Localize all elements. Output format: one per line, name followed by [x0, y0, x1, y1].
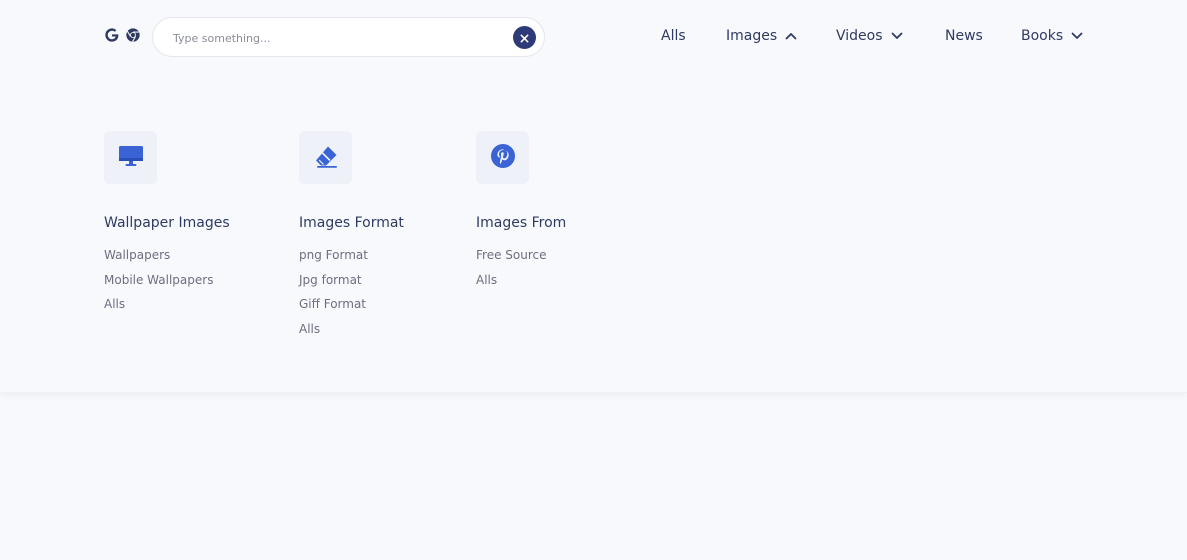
- nav-item-label: Alls: [661, 28, 686, 44]
- chevron-up-icon: [785, 28, 797, 44]
- nav-item-label: Books: [1021, 28, 1064, 44]
- menu-icon-box: [104, 131, 157, 184]
- menu-link[interactable]: Alls: [299, 317, 404, 342]
- nav-item-label: Videos: [836, 28, 883, 44]
- menu-column-title: Wallpaper Images: [104, 215, 230, 231]
- nav-item-videos[interactable]: Videos: [836, 28, 903, 44]
- pinterest-icon: [490, 143, 516, 173]
- menu-link-list: Free Source Alls: [476, 243, 566, 292]
- menu-link[interactable]: Alls: [104, 292, 230, 317]
- menu-link[interactable]: Wallpapers: [104, 243, 230, 268]
- menu-link[interactable]: Mobile Wallpapers: [104, 268, 230, 293]
- menu-link[interactable]: Alls: [476, 268, 566, 293]
- menu-link-list: png Format Jpg format Giff Format Alls: [299, 243, 404, 341]
- nav-item-images[interactable]: Images: [726, 28, 797, 44]
- mega-menu-panel: Alls Images Videos News Books: [0, 0, 1187, 393]
- menu-column-source: Images From Free Source Alls: [476, 131, 566, 292]
- nav-item-news[interactable]: News: [945, 28, 983, 44]
- menu-link[interactable]: Giff Format: [299, 292, 404, 317]
- eraser-icon: [313, 144, 339, 172]
- top-nav: Alls Images Videos News Books: [0, 28, 1187, 48]
- menu-column-format: Images Format png Format Jpg format Giff…: [299, 131, 404, 341]
- menu-link-list: Wallpapers Mobile Wallpapers Alls: [104, 243, 230, 317]
- nav-item-alls[interactable]: Alls: [661, 28, 686, 44]
- menu-link[interactable]: Jpg format: [299, 268, 404, 293]
- menu-link[interactable]: png Format: [299, 243, 404, 268]
- menu-column-title: Images Format: [299, 215, 404, 231]
- nav-item-books[interactable]: Books: [1021, 28, 1083, 44]
- chevron-down-icon: [891, 28, 903, 44]
- monitor-icon: [118, 144, 144, 172]
- nav-item-label: News: [945, 28, 983, 44]
- menu-icon-box: [299, 131, 352, 184]
- menu-link[interactable]: Free Source: [476, 243, 566, 268]
- nav-item-label: Images: [726, 28, 778, 44]
- menu-icon-box: [476, 131, 529, 184]
- chevron-down-icon: [1071, 28, 1083, 44]
- menu-column-title: Images From: [476, 215, 567, 231]
- menu-column-wallpaper: Wallpaper Images Wallpapers Mobile Wallp…: [104, 131, 230, 317]
